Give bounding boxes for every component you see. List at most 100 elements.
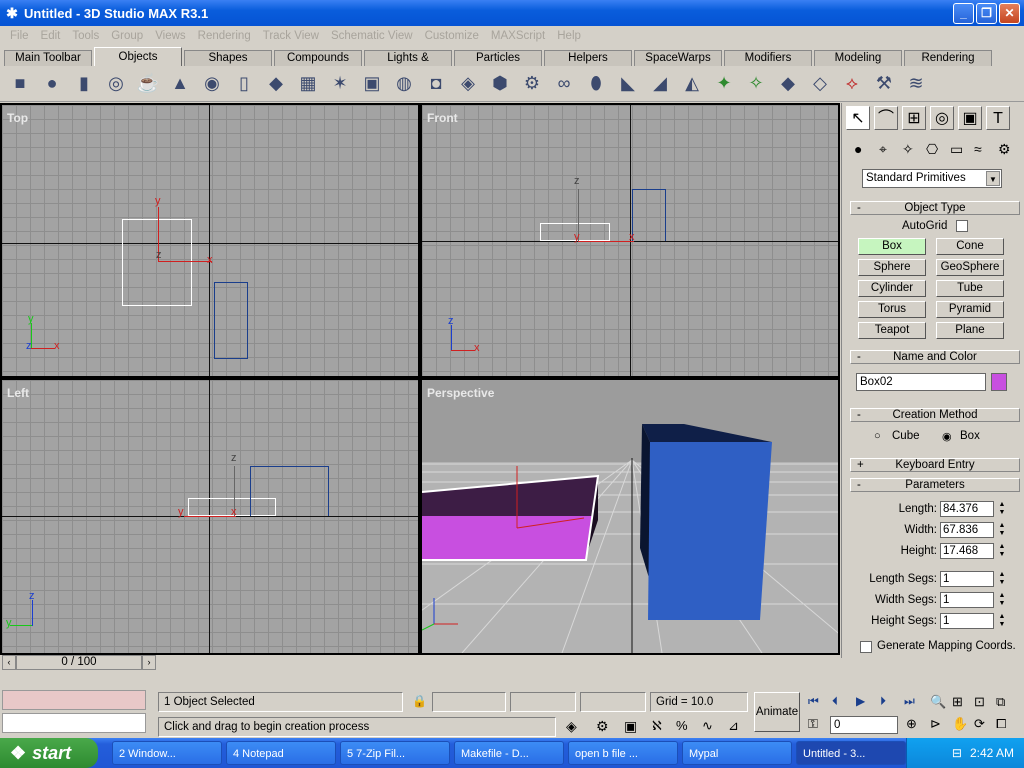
task-makefile[interactable]: Makefile - D... — [454, 741, 564, 765]
edge-snap-icon[interactable]: ⊿ — [728, 718, 739, 734]
task-7zip[interactable]: 5 7-Zip Fil... — [340, 741, 450, 765]
chevron-down-icon[interactable]: ▼ — [986, 171, 1000, 186]
region-zoom-icon[interactable]: ⊕ — [906, 716, 917, 732]
width-segs-spinner[interactable]: ▲ ▼ — [997, 592, 1007, 608]
menu-group[interactable]: Group — [105, 30, 149, 42]
width-spinner[interactable]: ▲ ▼ — [997, 522, 1007, 538]
tube-button[interactable]: Tube — [936, 280, 1004, 297]
animate-button[interactable]: Animate — [754, 692, 800, 732]
menu-views[interactable]: Views — [149, 30, 191, 42]
tab-lights-cameras[interactable]: Lights & Cameras — [364, 50, 452, 79]
tool-icon[interactable]: ⚒ — [872, 72, 896, 96]
object-name-input[interactable]: Box02 — [856, 373, 986, 391]
display-panel-icon[interactable]: ▣ — [958, 106, 982, 130]
viewport-top[interactable]: Top y x z y x z — [0, 103, 420, 378]
menu-maxscript[interactable]: MAXScript — [485, 30, 551, 42]
snap-icon[interactable]: ◈ — [566, 718, 577, 735]
tab-helpers[interactable]: Helpers — [544, 50, 632, 66]
helpers-icon[interactable]: ▭ — [950, 141, 963, 158]
gear-icon[interactable]: ⚙ — [520, 72, 544, 96]
bone-icon[interactable]: ⟡ — [840, 72, 864, 96]
width-input[interactable]: 67.836 — [940, 522, 994, 538]
box-object[interactable] — [632, 189, 666, 241]
c-ext-icon[interactable]: ◢ — [648, 72, 672, 96]
geosphere-button[interactable]: GeoSphere — [936, 259, 1004, 276]
arc-rotate-icon[interactable]: ⟳ — [974, 716, 985, 732]
network-icon[interactable]: ⊟ — [952, 746, 962, 760]
current-frame-input[interactable]: 0 — [830, 716, 898, 734]
zoom-icon[interactable]: 🔍 — [930, 694, 946, 710]
percent-snap-icon[interactable]: ▣ — [624, 718, 637, 735]
lock-icon[interactable]: 🔒 — [412, 694, 427, 708]
grid-icon[interactable]: ▦ — [296, 72, 320, 96]
height-input[interactable]: 17.468 — [940, 543, 994, 559]
task-windows[interactable]: 2 Window... — [112, 741, 222, 765]
angle-snap-icon[interactable]: ⚙ — [596, 718, 609, 735]
tube-icon[interactable]: ▯ — [232, 72, 256, 96]
patch-quad-icon[interactable]: ◆ — [776, 72, 800, 96]
patch-tri-icon[interactable]: ◇ — [808, 72, 832, 96]
box-icon[interactable]: ■ — [8, 72, 32, 96]
width-segs-input[interactable]: 1 — [940, 592, 994, 608]
cone-button[interactable]: Cone — [936, 238, 1004, 255]
zoom-all-icon[interactable]: ⊞ — [952, 694, 963, 710]
go-start-icon[interactable]: ⏮ — [808, 694, 819, 709]
prev-frame-icon[interactable]: ⏴ — [832, 694, 838, 709]
name-color-rollout[interactable]: - Name and Color — [850, 350, 1020, 364]
chevron-right-icon[interactable]: › — [142, 655, 156, 670]
parameters-rollout[interactable]: - Parameters — [850, 478, 1020, 492]
object-type-rollout[interactable]: - Object Type — [850, 201, 1020, 215]
pan-icon[interactable]: ✋ — [952, 716, 968, 732]
next-frame-icon[interactable]: ⏵ — [880, 694, 886, 709]
oil-tank-icon[interactable]: ◘ — [424, 72, 448, 96]
minimize-button[interactable]: _ — [953, 3, 974, 24]
menu-help[interactable]: Help — [551, 30, 587, 42]
height-segs-spinner[interactable]: ▲ ▼ — [997, 613, 1007, 629]
coord-z-field[interactable] — [580, 692, 646, 712]
prism-icon[interactable]: ◭ — [680, 72, 704, 96]
gengon-icon[interactable]: ⬢ — [488, 72, 512, 96]
torus-knot-icon[interactable]: ∞ — [552, 72, 576, 96]
key-icon[interactable]: ⚿ — [808, 716, 818, 732]
nurbs-surface-icon[interactable]: ✦ — [712, 72, 736, 96]
chamfer-box-icon[interactable]: ▣ — [360, 72, 384, 96]
hedra-icon[interactable]: ✶ — [328, 72, 352, 96]
pyramid-icon[interactable]: ◆ — [264, 72, 288, 96]
spacewarps-icon[interactable]: ≈ — [974, 141, 982, 157]
tab-modeling[interactable]: Modeling — [814, 50, 902, 66]
autogrid-checkbox[interactable] — [956, 220, 968, 232]
nurbs-cv-icon[interactable]: ✧ — [744, 72, 768, 96]
tab-spacewarps[interactable]: SpaceWarps — [634, 50, 722, 66]
create-panel-icon[interactable]: ↖ — [846, 106, 870, 130]
play-icon[interactable]: ▶ — [856, 694, 865, 708]
fov-icon[interactable]: ⊳ — [930, 716, 941, 732]
zoom-extents-all-icon[interactable]: ⧉ — [996, 694, 1005, 710]
shapes-icon[interactable]: ⌖ — [879, 141, 887, 158]
l-ext-icon[interactable]: ◣ — [616, 72, 640, 96]
tab-particles[interactable]: Particles — [454, 50, 542, 66]
length-segs-spinner[interactable]: ▲ ▼ — [997, 571, 1007, 587]
menu-track-view[interactable]: Track View — [257, 30, 325, 42]
box-radio[interactable]: ◉ — [942, 430, 952, 443]
magnet-icon[interactable]: % — [676, 718, 688, 733]
coord-y-field[interactable] — [510, 692, 576, 712]
object-color-swatch[interactable] — [991, 373, 1007, 391]
menu-rendering[interactable]: Rendering — [192, 30, 257, 42]
tab-rendering[interactable]: Rendering — [904, 50, 992, 66]
lights-icon[interactable]: ✧ — [902, 141, 914, 158]
box-object[interactable] — [214, 282, 248, 359]
geometry-icon[interactable]: ● — [854, 141, 862, 157]
modify-panel-icon[interactable]: ⌒ — [874, 106, 898, 130]
task-mypal[interactable]: Mypal — [682, 741, 792, 765]
category-dropdown[interactable]: Standard Primitives ▼ — [862, 169, 1002, 188]
sphere-icon[interactable]: ● — [40, 72, 64, 96]
coord-x-field[interactable] — [432, 692, 506, 712]
menu-edit[interactable]: Edit — [35, 30, 67, 42]
motion-panel-icon[interactable]: ◎ — [930, 106, 954, 130]
torus-button[interactable]: Torus — [858, 301, 926, 318]
mapping-checkbox[interactable] — [860, 641, 872, 653]
torus-icon[interactable]: ◎ — [104, 72, 128, 96]
task-open-file[interactable]: open b file ... — [568, 741, 678, 765]
selected-box[interactable] — [122, 219, 192, 306]
tab-main-toolbar[interactable]: Main Toolbar — [4, 50, 92, 66]
